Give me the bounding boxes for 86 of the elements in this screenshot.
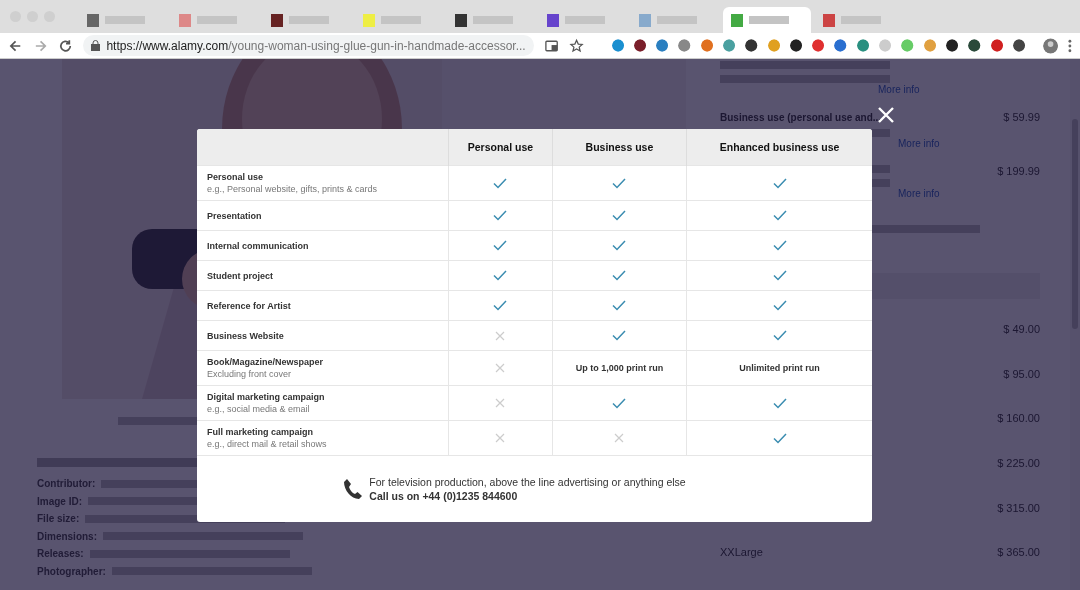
more-info-link[interactable]: More info bbox=[878, 84, 920, 95]
extension-icon[interactable] bbox=[945, 39, 959, 52]
table-cell: Up to 1,000 print run bbox=[575, 363, 664, 373]
price: $ 315.00 bbox=[997, 501, 1040, 514]
usage-label: Book/Magazine/Newspaper bbox=[207, 357, 325, 367]
size-name: XXLarge bbox=[720, 546, 763, 559]
check-icon bbox=[772, 330, 787, 342]
check-icon bbox=[493, 270, 508, 282]
check-icon bbox=[493, 300, 508, 312]
check-icon bbox=[612, 210, 627, 222]
extension-icon[interactable] bbox=[745, 39, 758, 52]
check-icon bbox=[772, 270, 787, 282]
tab-favicon bbox=[547, 13, 559, 27]
licence-name: Business use (personal use and... bbox=[720, 112, 882, 123]
column-header: Enhanced business use bbox=[686, 129, 872, 166]
cross-icon bbox=[495, 398, 506, 409]
usage-note: e.g., social media & email bbox=[207, 404, 311, 414]
price: $ 225.00 bbox=[997, 457, 1040, 469]
tab-favicon bbox=[823, 13, 835, 27]
cross-icon bbox=[495, 330, 506, 341]
usage-label: Presentation bbox=[207, 210, 263, 221]
usage-label: Student project bbox=[207, 270, 274, 281]
check-icon bbox=[612, 300, 627, 312]
detail-label: Dimensions: bbox=[37, 530, 97, 542]
tab-favicon bbox=[639, 13, 651, 27]
usage-note: Excluding front cover bbox=[207, 369, 293, 379]
avatar-icon[interactable] bbox=[1043, 37, 1059, 54]
tab-favicon bbox=[179, 13, 191, 27]
cross-icon bbox=[495, 363, 506, 374]
usage-label: Digital marketing campaign bbox=[207, 392, 326, 402]
usage-label: Internal communication bbox=[207, 240, 310, 251]
column-header: Business use bbox=[552, 129, 687, 166]
tab-favicon bbox=[87, 13, 99, 27]
check-icon bbox=[612, 177, 627, 189]
detail-label: Image ID: bbox=[37, 495, 82, 507]
extension-icon[interactable] bbox=[633, 39, 647, 52]
usage-label: Reference for Artist bbox=[207, 300, 292, 311]
footer-text: For television production, above the line advertising or anything else bbox=[369, 476, 686, 488]
usage-label: Business Website bbox=[207, 330, 285, 341]
usage-label: Full marketing campaign bbox=[207, 427, 315, 437]
price: $ 365.00 bbox=[997, 546, 1040, 559]
column-header: Personal use bbox=[448, 129, 553, 166]
url-field[interactable]: https://www.alamy.com/young-woman-using-glue-gun-in-handmade-accessor... bbox=[83, 35, 534, 56]
extension-icon[interactable] bbox=[789, 39, 803, 52]
detail-label: Photographer: bbox=[37, 565, 106, 577]
usage-label: Personal use bbox=[207, 172, 265, 182]
price: $ 199.99 bbox=[997, 165, 1040, 179]
usage-note: e.g., Personal website, gifts, prints & cards bbox=[207, 184, 379, 194]
check-icon bbox=[612, 240, 627, 252]
tab-favicon bbox=[731, 13, 743, 27]
check-icon bbox=[772, 240, 787, 252]
extension-icon[interactable] bbox=[1012, 39, 1026, 52]
check-icon bbox=[772, 397, 787, 409]
price: $ 59.99 bbox=[1003, 111, 1040, 125]
lock-icon bbox=[91, 40, 101, 51]
tab-favicon bbox=[271, 13, 283, 27]
price: $ 49.00 bbox=[1003, 323, 1040, 335]
check-icon bbox=[493, 177, 508, 189]
table-cell: Unlimited print run bbox=[739, 363, 820, 373]
check-icon bbox=[612, 270, 627, 282]
extension-icon[interactable] bbox=[968, 39, 981, 52]
usage-note: e.g., direct mail & retail shows bbox=[207, 439, 328, 449]
detail-label: File size: bbox=[37, 513, 80, 525]
reload-icon[interactable] bbox=[58, 37, 74, 54]
cross-icon bbox=[495, 433, 506, 444]
menu-icon[interactable] bbox=[1068, 38, 1073, 53]
bookmark-star-icon[interactable] bbox=[568, 37, 584, 54]
check-icon bbox=[772, 432, 787, 444]
check-icon bbox=[493, 210, 508, 222]
detail-label: Contributor: bbox=[37, 478, 96, 490]
check-icon bbox=[772, 300, 787, 312]
check-icon bbox=[772, 210, 787, 222]
check-icon bbox=[612, 330, 627, 342]
check-icon bbox=[493, 240, 508, 252]
tab-favicon bbox=[455, 13, 467, 27]
price: $ 95.00 bbox=[1003, 367, 1040, 380]
phone-icon bbox=[343, 478, 364, 500]
detail-label: Releases: bbox=[37, 548, 84, 560]
tab-favicon bbox=[363, 13, 375, 27]
more-info-link[interactable]: More info bbox=[898, 188, 940, 199]
price: $ 160.00 bbox=[997, 412, 1040, 425]
check-icon bbox=[772, 177, 787, 189]
check-icon bbox=[612, 397, 627, 409]
cross-icon bbox=[614, 433, 625, 444]
more-info-link[interactable]: More info bbox=[898, 138, 940, 149]
phone-number: Call us on +44 (0)1235 844600 bbox=[369, 490, 519, 502]
